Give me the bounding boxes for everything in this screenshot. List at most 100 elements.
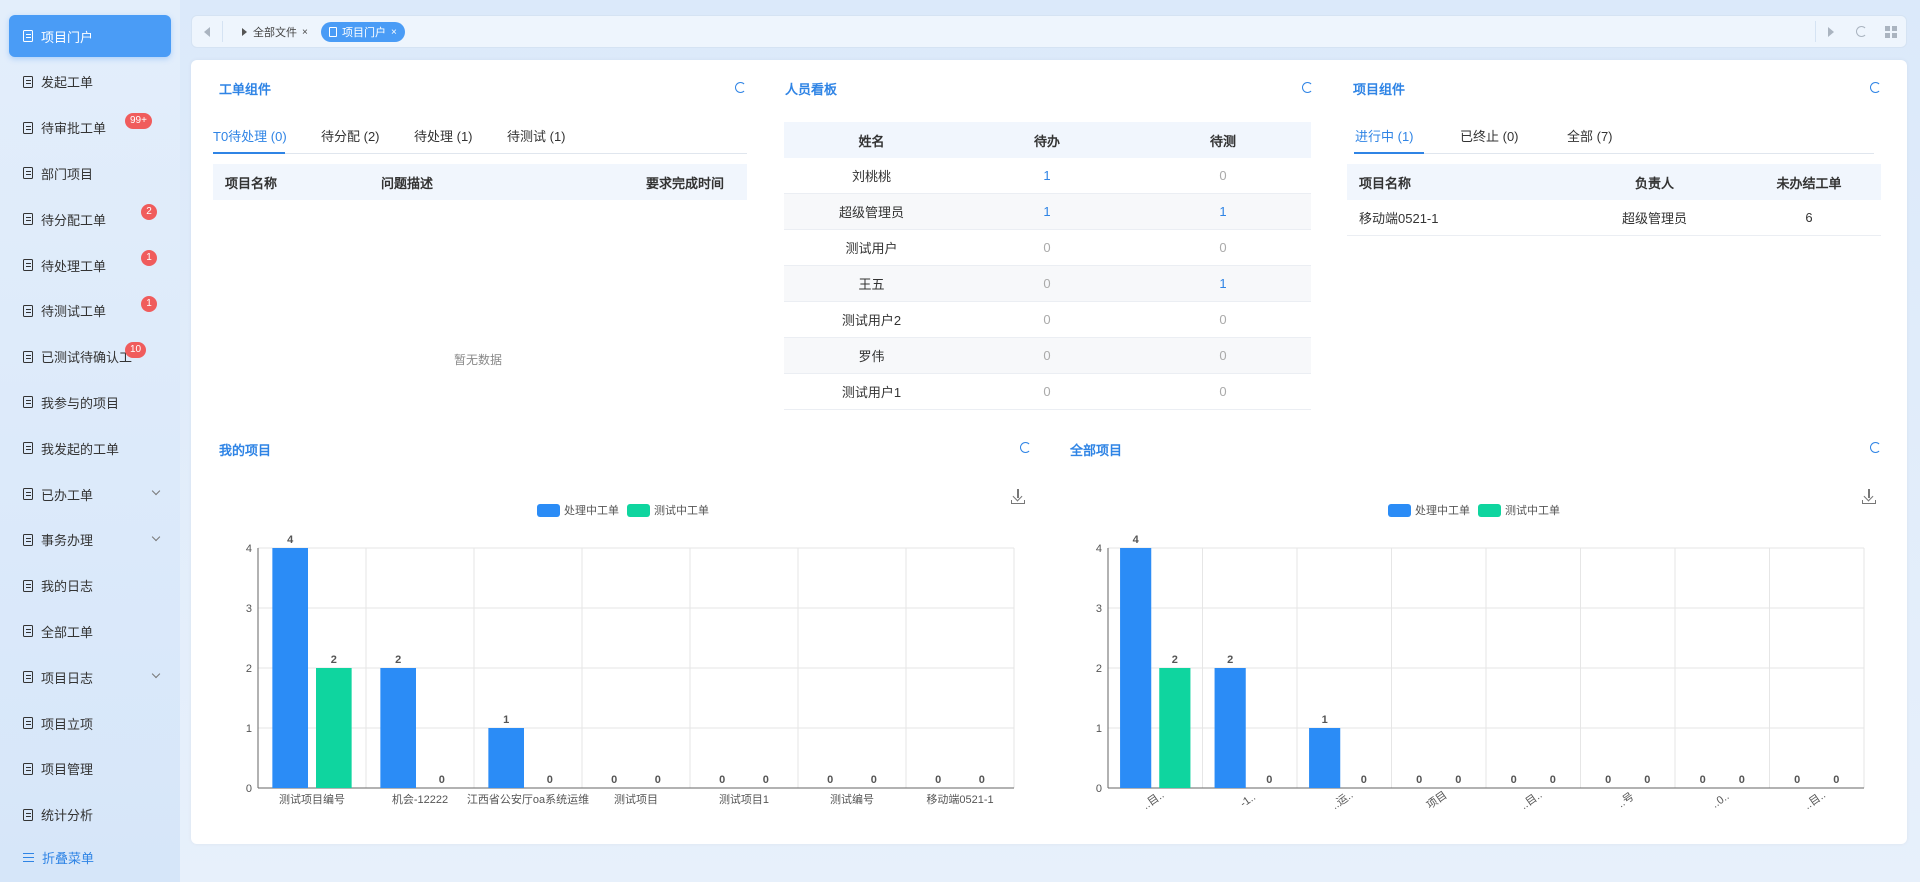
sidebar-item-label: 我参与的项目 [41,395,120,411]
sidebar-item-label: 项目门户 [41,29,94,45]
sidebar-item[interactable]: 我的日志 [9,565,171,607]
data-label: 0 [1794,774,1800,786]
document-icon [23,579,33,592]
legend-swatch [537,503,560,517]
table-row[interactable]: 王五 0 1 [784,266,1311,302]
kanban-table-header: 姓名 待办 待测 [784,122,1311,158]
sidebar-item[interactable]: 全部工单 [9,610,171,652]
test-count: 1 [1219,276,1227,291]
y-tick-label: 3 [1096,603,1102,615]
document-icon [329,27,337,37]
column-header: 问题描述 [381,175,434,191]
refresh-icon[interactable] [1870,82,1881,93]
table-row[interactable]: 刘桃桃 1 0 [784,158,1311,194]
legend-item[interactable]: 处理中工单 [1388,502,1470,518]
legend-item[interactable]: 测试中工单 [627,502,709,518]
tab-to-assign[interactable]: 待分配 (2) [321,126,380,145]
sidebar-item[interactable]: 部门项目 [9,152,171,194]
sidebar-item[interactable]: 项目门户 [9,15,171,57]
data-label: 0 [935,774,941,786]
table-row[interactable]: 移动端0521-1 超级管理员 6 [1347,200,1881,236]
count-badge: 1 [141,295,157,312]
sidebar-item[interactable]: 项目日志 [9,656,171,698]
refresh-icon[interactable] [1870,442,1881,453]
grid-menu-button[interactable] [1876,16,1906,47]
legend-swatch [627,503,650,517]
chevron-down-icon [151,486,161,496]
y-tick-label: 4 [246,543,252,555]
table-row[interactable]: 测试用户 0 0 [784,230,1311,266]
tab-to-test[interactable]: 待测试 (1) [507,126,566,145]
collapse-menu-button[interactable]: 折叠菜单 [23,848,94,867]
tab-in-progress[interactable]: 进行中 (1) [1355,126,1414,145]
workorder-table-header: 项目名称 问题描述 要求完成时间 [213,164,747,200]
legend-swatch [1478,503,1501,517]
person-name: 测试用户2 [841,313,902,328]
document-icon [23,75,33,88]
tab-t0-pending[interactable]: T0待处理 (0) [213,126,287,145]
sidebar-item[interactable]: 事务办理 [9,519,171,561]
sidebar-item[interactable]: 待分配工单 2 [9,198,171,240]
tab-scroll-right-button[interactable] [1816,16,1846,47]
legend-swatch [1388,503,1411,517]
sidebar-item[interactable]: 统计分析 [9,794,171,836]
test-count: 1 [1219,204,1227,219]
sidebar-item-label: 事务办理 [41,533,94,549]
count-badge: 2 [141,204,157,221]
refresh-icon[interactable] [1020,442,1031,453]
bar [1214,668,1246,788]
sidebar-item-label: 待测试工单 [41,304,107,320]
refresh-button[interactable] [1846,16,1876,47]
column-header: 负责人 [1634,175,1674,191]
table-row[interactable]: 超级管理员 1 1 [784,194,1311,230]
document-icon [23,488,33,500]
table-row[interactable]: 罗伟 0 0 [784,338,1311,374]
tab-scroll-left-button[interactable] [192,16,222,47]
column-header: 待测 [1209,133,1236,149]
data-label: 0 [1416,774,1422,786]
sidebar-item[interactable]: 已办工单 [9,473,171,515]
legend-label: 测试中工单 [1505,505,1560,517]
sidebar-item[interactable]: 待审批工单 99+ [9,107,171,149]
document-icon [23,762,33,775]
table-row[interactable]: 测试用户1 0 0 [784,374,1311,410]
open-workorder-count: 6 [1805,210,1813,225]
table-row[interactable]: 测试用户2 0 0 [784,302,1311,338]
sidebar-item[interactable]: 我发起的工单 [9,427,171,469]
sidebar-item[interactable]: 待测试工单 1 [9,290,171,332]
data-label: 0 [655,774,661,786]
todo-count: 0 [1043,276,1051,291]
tab-all-files[interactable]: 全部文件 × [234,22,316,42]
refresh-icon[interactable] [735,82,746,93]
sidebar-item-label: 已办工单 [41,487,94,503]
empty-state-text: 暂无数据 [454,353,503,367]
test-count: 0 [1219,168,1227,183]
person-name: 刘桃桃 [851,169,891,184]
y-tick-label: 4 [1096,543,1102,555]
sidebar: 项目门户发起工单 待审批工单 99+ 部门项目 待分配工单 2 待处理工单 1 待测试工单 1 已测… [0,0,180,882]
tab-project-portal[interactable]: 项目门户 × [321,22,405,42]
tab-to-process[interactable]: 待处理 (1) [414,126,473,145]
sidebar-item[interactable]: 待处理工单 1 [9,244,171,286]
close-icon[interactable]: × [391,27,397,38]
close-icon[interactable]: × [302,27,308,38]
legend-item[interactable]: 处理中工单 [537,502,619,518]
sidebar-item[interactable]: 已测试待确认工 10 [9,336,171,378]
test-count: 0 [1219,240,1227,255]
legend-item[interactable]: 测试中工单 [1478,502,1560,518]
person-name: 测试用户 [845,241,898,256]
todo-count: 1 [1043,204,1051,219]
caret-right-icon [1828,26,1834,37]
sidebar-item[interactable]: 我参与的项目 [9,381,171,423]
caret-right-icon [242,28,247,36]
sidebar-item-label: 已测试待确认工 [41,350,133,366]
x-tick-label: -1.. [1238,791,1258,810]
sidebar-item[interactable]: 发起工单 [9,61,171,103]
sidebar-item[interactable]: 项目管理 [9,748,171,790]
tab-all[interactable]: 全部 (7) [1567,126,1613,145]
document-icon [23,671,33,684]
refresh-icon[interactable] [1302,82,1313,93]
sidebar-item[interactable]: 项目立项 [9,702,171,744]
tab-terminated[interactable]: 已终止 (0) [1460,126,1519,145]
x-tick-label: 测试项目1 [719,793,769,806]
